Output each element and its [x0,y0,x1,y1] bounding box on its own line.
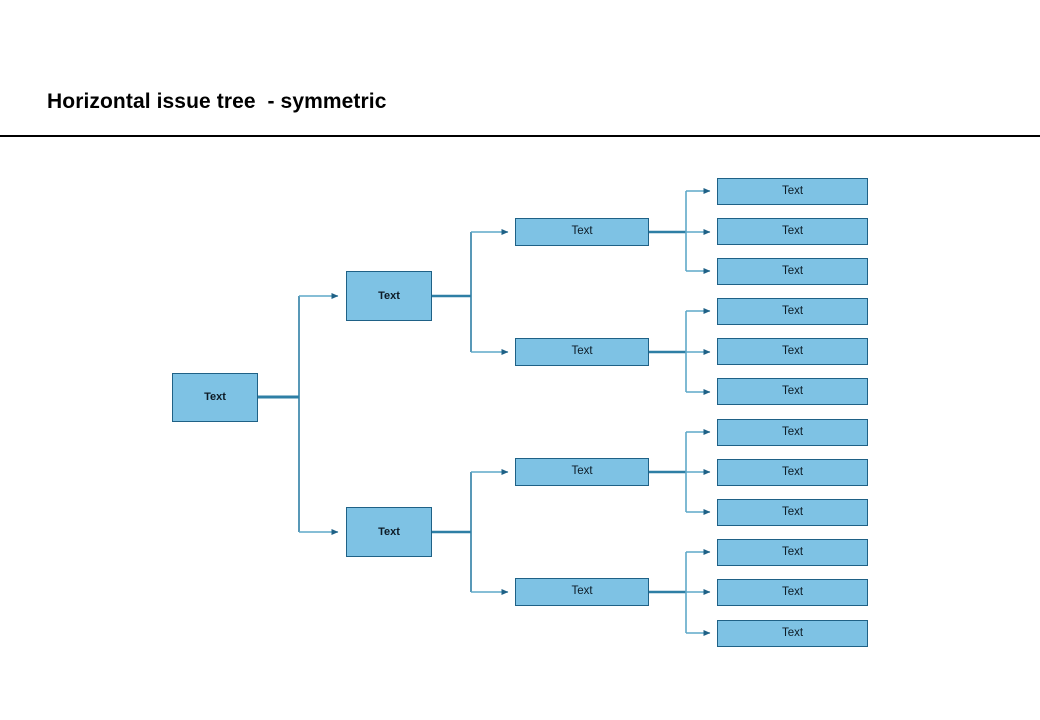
issue-tree-diagram: Text Text Text Text Text Text Text Text … [0,0,1040,720]
connector-root-to-level2 [258,293,339,535]
tree-node-label: Text [378,525,400,538]
tree-node-root[interactable]: Text [172,373,258,422]
tree-node-level4-9[interactable]: Text [717,499,868,526]
tree-node-label: Text [781,184,804,197]
tree-node-label: Text [781,465,804,478]
tree-node-label: Text [781,505,804,518]
tree-node-label: Text [781,224,804,237]
tree-node-level4-8[interactable]: Text [717,459,868,486]
tree-node-label: Text [781,304,804,317]
connector-level2b-to-level3 [431,469,509,595]
tree-node-level4-11[interactable]: Text [717,579,868,606]
tree-node-label: Text [571,585,593,598]
tree-node-level3-2[interactable]: Text [515,338,649,366]
slide-canvas: Horizontal issue tree - symmetric Text T… [0,0,1040,720]
connector-level2a-to-level3 [431,229,509,355]
connector-level3d-to-level4 [648,549,711,636]
tree-node-level4-6[interactable]: Text [717,378,868,405]
tree-node-label: Text [781,585,804,598]
tree-node-label: Text [781,344,804,357]
tree-node-level3-1[interactable]: Text [515,218,649,246]
tree-node-label: Text [781,626,804,639]
tree-node-label: Text [571,225,593,238]
tree-node-label: Text [571,345,593,358]
tree-node-level4-2[interactable]: Text [717,218,868,245]
connector-level3b-to-level4 [648,308,711,395]
tree-node-level3-4[interactable]: Text [515,578,649,606]
tree-node-level4-5[interactable]: Text [717,338,868,365]
tree-node-level4-1[interactable]: Text [717,178,868,205]
connector-level3a-to-level4 [648,188,711,274]
tree-node-label: Text [781,545,804,558]
tree-node-level4-4[interactable]: Text [717,298,868,325]
tree-node-level2-2[interactable]: Text [346,507,432,557]
tree-node-level4-12[interactable]: Text [717,620,868,647]
tree-node-label: Text [781,384,804,397]
tree-node-level2-1[interactable]: Text [346,271,432,321]
tree-node-label: Text [781,264,804,277]
tree-node-level4-10[interactable]: Text [717,539,868,566]
tree-node-label: Text [204,391,226,403]
tree-node-label: Text [571,465,593,478]
tree-node-label: Text [781,425,804,438]
tree-node-level4-3[interactable]: Text [717,258,868,285]
tree-node-level3-3[interactable]: Text [515,458,649,486]
tree-node-label: Text [378,289,400,302]
connector-level3c-to-level4 [648,429,711,515]
tree-node-level4-7[interactable]: Text [717,419,868,446]
